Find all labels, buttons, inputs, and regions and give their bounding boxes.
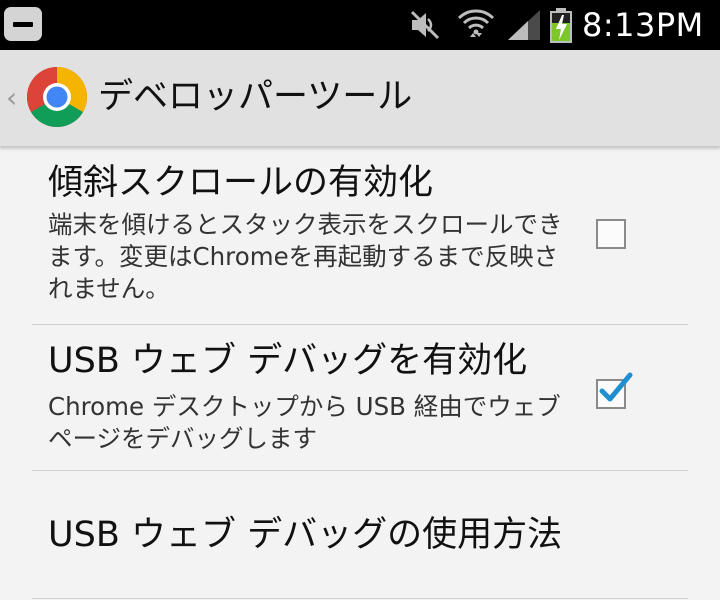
pref-tilt-scroll[interactable]: 傾斜スクロールの有効化 端末を傾けるとスタック表示をスクロールできます。変更はC… [0,147,720,323]
notification-icon[interactable] [4,7,42,41]
page-title: デベロッパーツール [98,77,413,117]
pref-title: USB ウェブ デバッグを有効化 [48,341,528,381]
wifi-icon [457,9,495,37]
divider [32,598,688,599]
tilt-scroll-checkbox[interactable] [596,219,626,249]
pref-title: USB ウェブ デバッグの使用方法 [48,515,563,555]
battery-charging-icon [550,8,572,43]
action-bar: ‹ デベロッパーツール [0,50,720,147]
pref-usb-debugging[interactable]: USB ウェブ デバッグを有効化 Chrome デスクトップから USB 経由で… [0,325,720,469]
pref-summary: 端末を傾けるとスタック表示をスクロールできます。変更はChromeを再起動するま… [48,210,563,303]
clock-time: 8:13PM [582,6,704,44]
chrome-logo[interactable] [26,66,88,128]
mute-icon [410,10,440,40]
pref-summary: Chrome デスクトップから USB 経由でウェブページをデバッグします [48,392,561,453]
signal-icon [508,10,540,40]
pref-title: 傾斜スクロールの有効化 [48,163,434,203]
status-bar: 8:13PM [0,0,720,50]
checkmark-icon [599,372,633,402]
pref-usb-debugging-howto[interactable]: USB ウェブ デバッグの使用方法 [0,471,720,597]
usb-debugging-checkbox[interactable] [596,372,633,409]
back-caret-icon[interactable]: ‹ [6,78,17,118]
